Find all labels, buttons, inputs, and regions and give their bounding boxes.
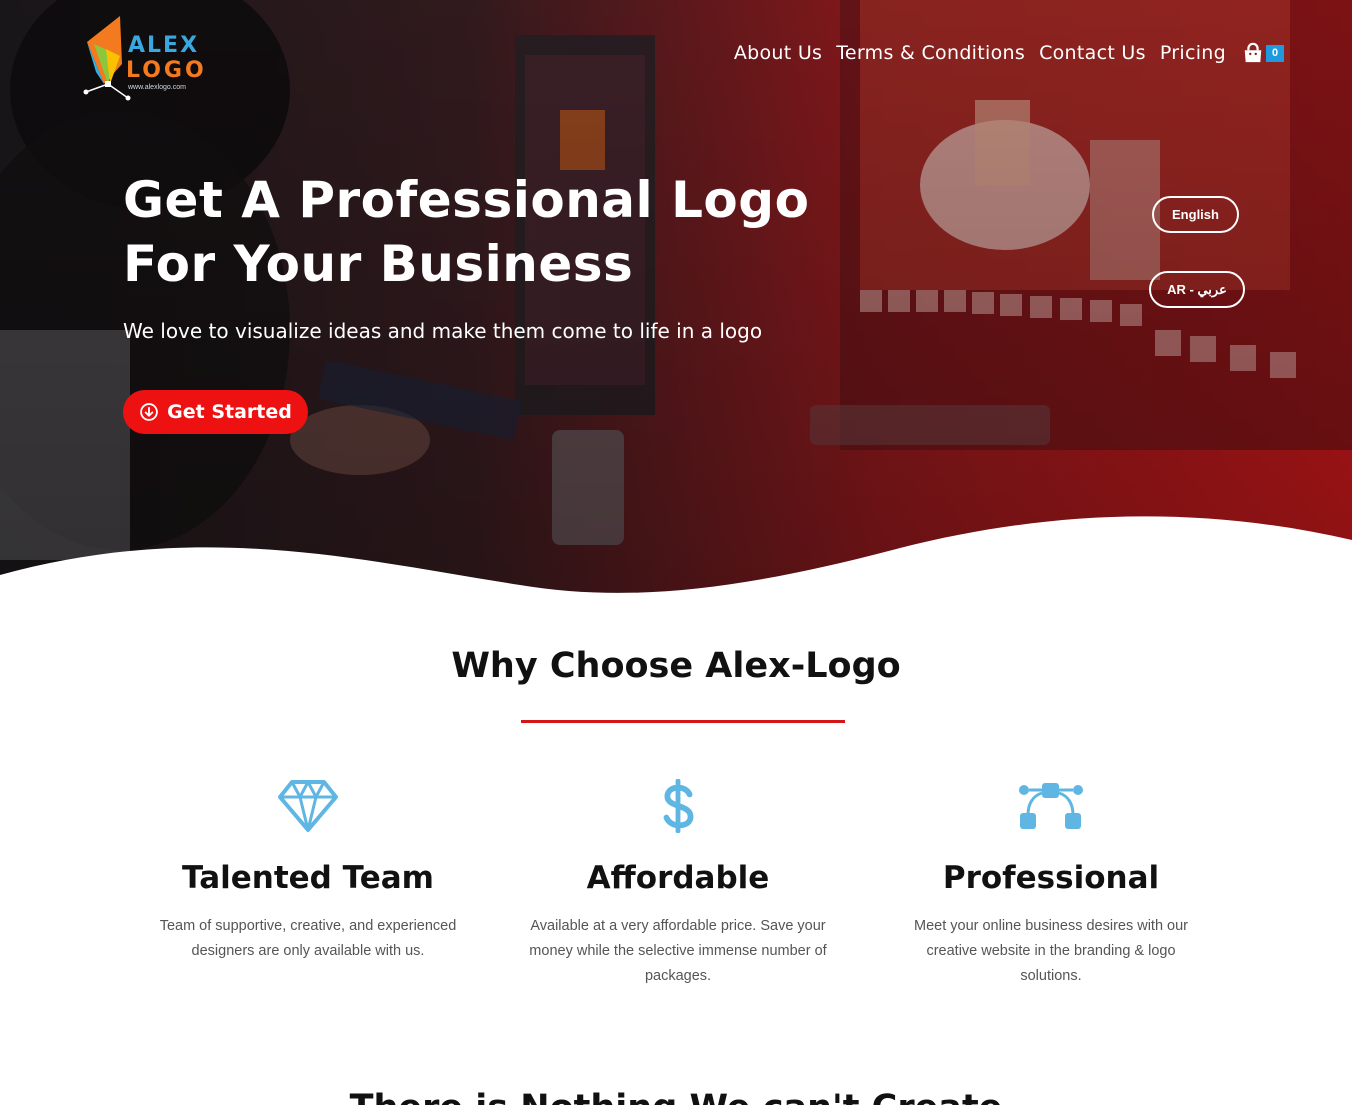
hero-title-line-2: For Your Business bbox=[123, 235, 634, 293]
nav-contact-us[interactable]: Contact Us bbox=[1039, 42, 1146, 64]
why-section-title: Why Choose Alex-Logo bbox=[451, 646, 901, 686]
arrow-circle-down-icon bbox=[140, 403, 158, 421]
feature-description: Meet your online business desires with o… bbox=[913, 918, 1189, 984]
dollar-icon bbox=[663, 779, 694, 833]
diamond-icon bbox=[278, 780, 338, 832]
feature-professional: Professional Meet your online business d… bbox=[891, 778, 1211, 989]
feature-title: Affordable bbox=[586, 860, 770, 896]
section-divider bbox=[521, 720, 845, 723]
feature-title: Professional bbox=[942, 860, 1160, 896]
feature-title: Talented Team bbox=[182, 860, 434, 896]
hero-title-line-1: Get A Professional Logo bbox=[123, 171, 810, 229]
next-section-title: There is Nothing We can't Create bbox=[0, 1088, 1352, 1105]
feature-description: Available at a very affordable price. Sa… bbox=[529, 918, 827, 984]
cart-count-badge: 0 bbox=[1266, 45, 1284, 62]
svg-text:LOGO: LOGO bbox=[126, 58, 207, 83]
get-started-label: Get Started bbox=[167, 401, 292, 423]
hero-title: Get A Professional Logo For Your Busines… bbox=[123, 168, 843, 296]
language-english-button[interactable]: English bbox=[1152, 196, 1239, 233]
hero-section: ALEX LOGO www.alexlogo.com About Us Term… bbox=[0, 0, 1352, 600]
feature-talented-team: Talented Team Team of supportive, creati… bbox=[148, 778, 468, 964]
feature-description: Team of supportive, creative, and experi… bbox=[159, 918, 457, 959]
main-nav: About Us Terms & Conditions Contact Us P… bbox=[734, 38, 1284, 68]
language-arabic-button[interactable]: AR - عربي bbox=[1149, 271, 1245, 308]
feature-affordable: Affordable Available at a very affordabl… bbox=[518, 778, 838, 989]
site-logo[interactable]: ALEX LOGO www.alexlogo.com bbox=[82, 14, 222, 114]
hero-subtitle: We love to visualize ideas and make them… bbox=[123, 319, 763, 343]
svg-text:ALEX: ALEX bbox=[128, 33, 199, 58]
nav-pricing[interactable]: Pricing bbox=[1160, 42, 1226, 64]
get-started-button[interactable]: Get Started bbox=[123, 390, 308, 434]
shopping-bag-icon bbox=[1244, 42, 1262, 63]
alex-logo-icon: ALEX LOGO www.alexlogo.com bbox=[83, 16, 207, 101]
nav-terms-conditions[interactable]: Terms & Conditions bbox=[836, 42, 1025, 64]
nav-about-us[interactable]: About Us bbox=[734, 42, 822, 64]
vector-nodes-icon bbox=[1019, 783, 1083, 829]
svg-text:www.alexlogo.com: www.alexlogo.com bbox=[127, 84, 186, 91]
cart-button[interactable]: 0 bbox=[1242, 38, 1284, 68]
